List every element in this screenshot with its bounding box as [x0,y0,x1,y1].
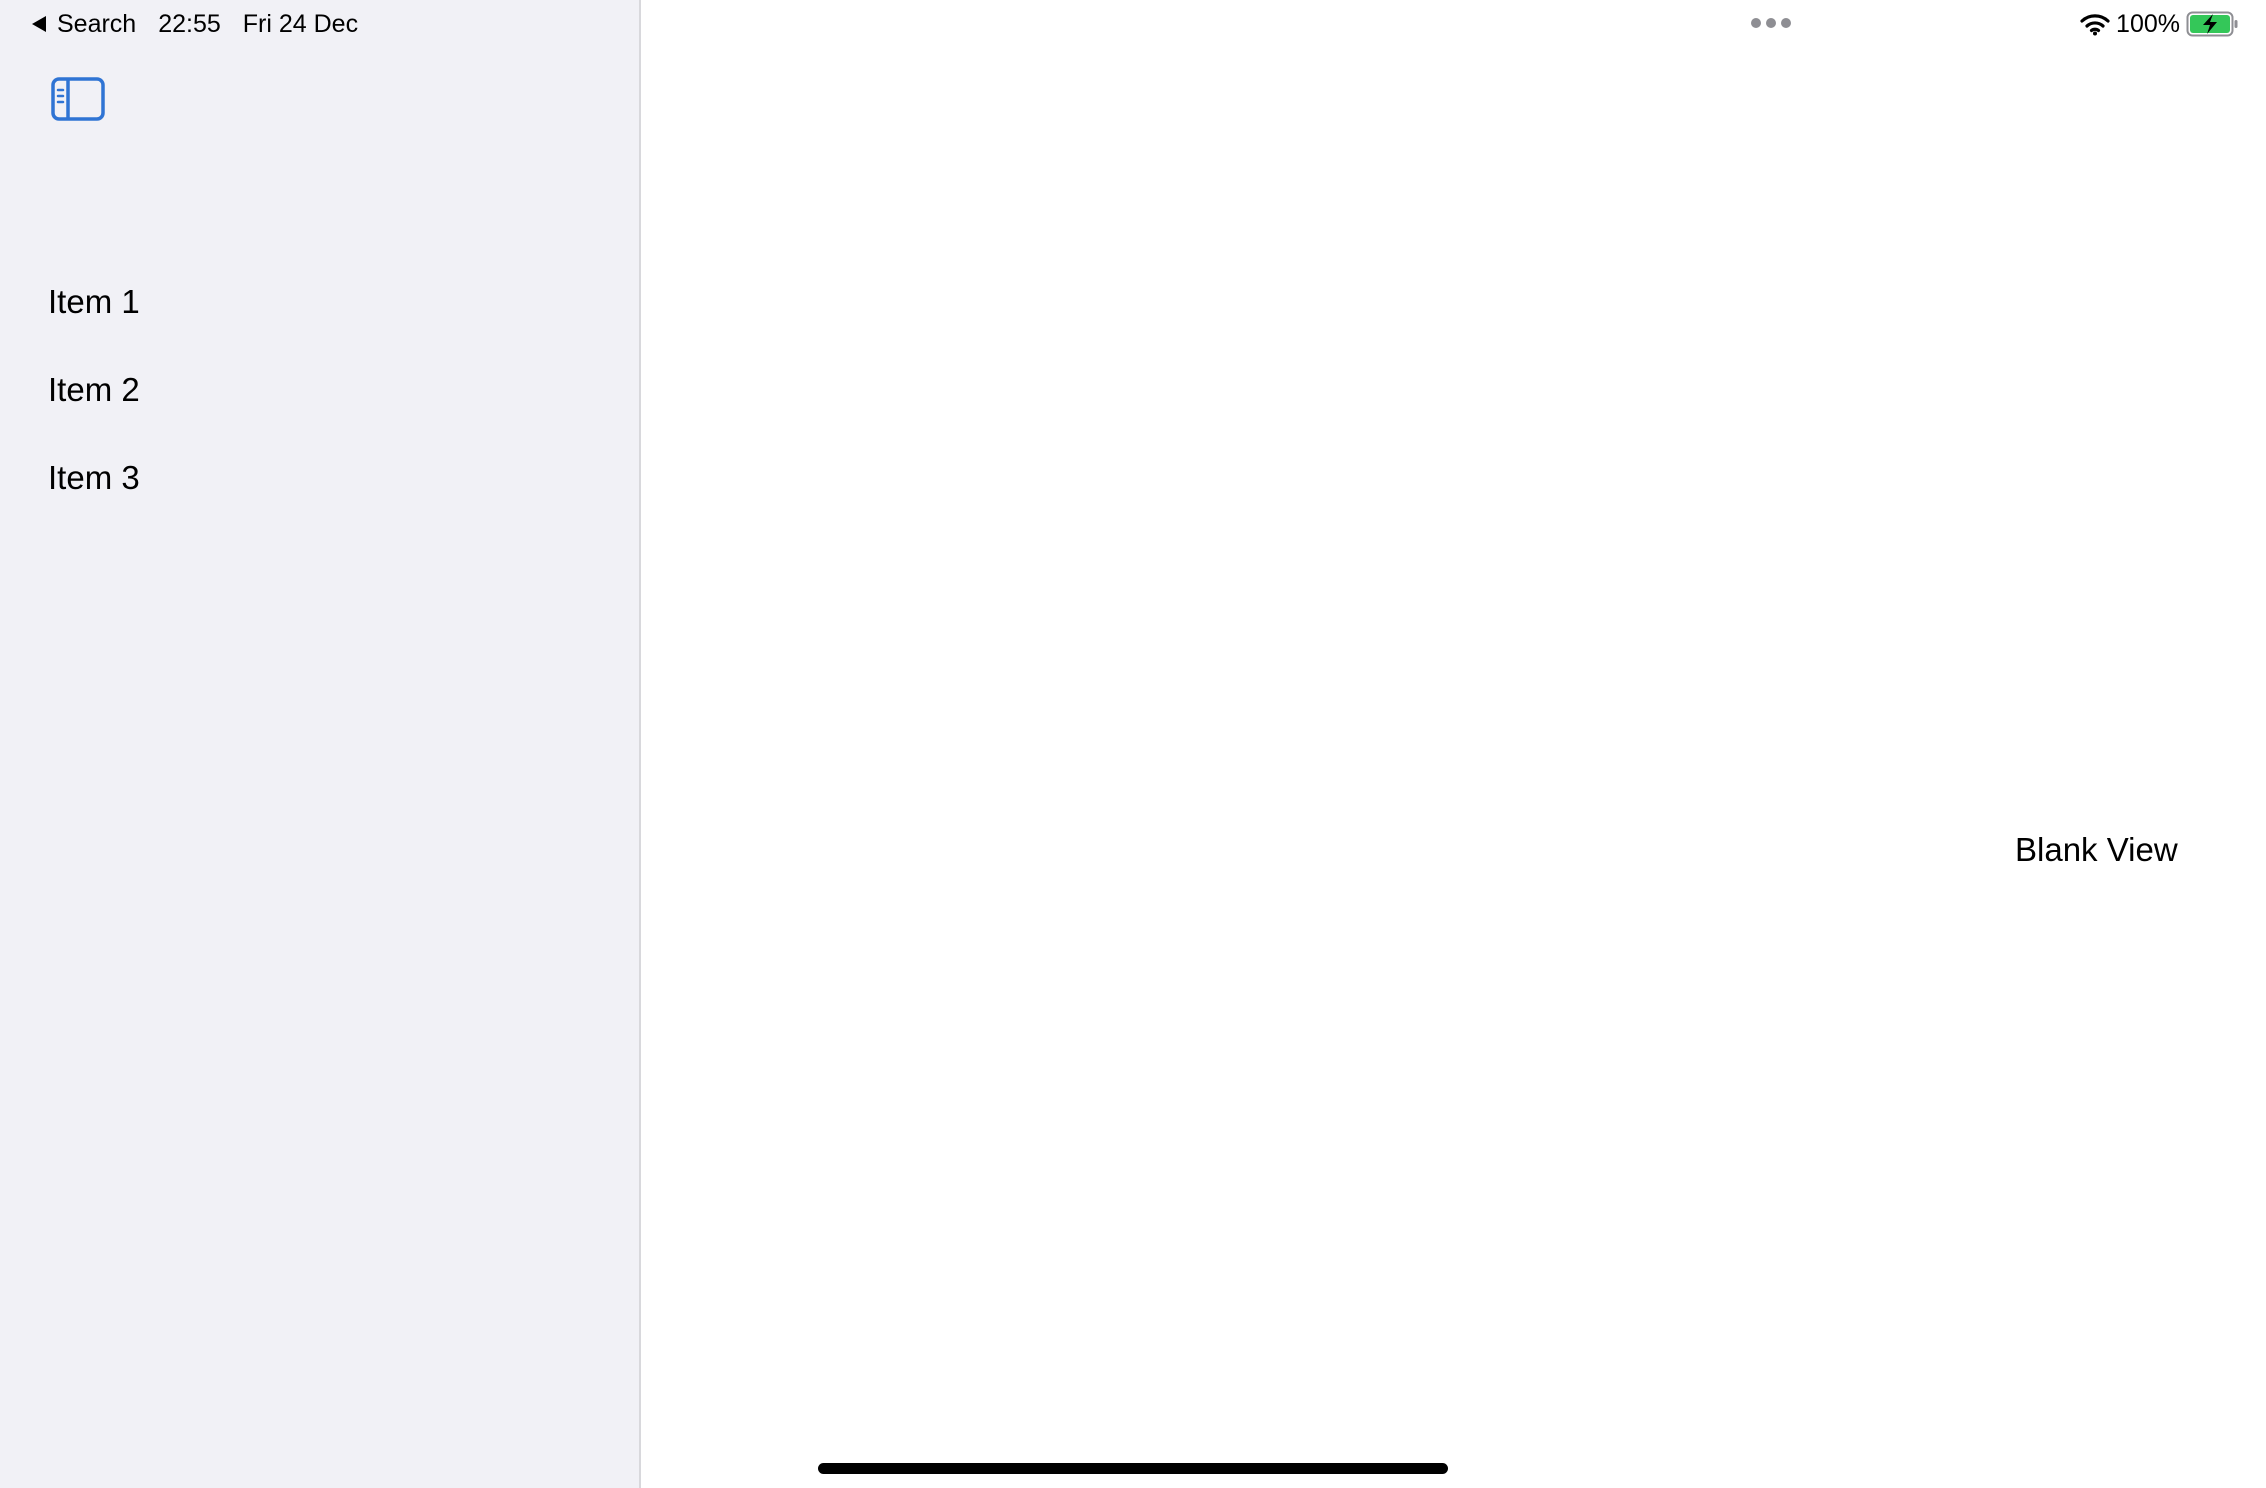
wifi-icon [2080,14,2110,36]
back-arrow-icon[interactable] [32,16,46,32]
multitask-dot [1781,18,1791,28]
sidebar-item-3[interactable]: Item 3 [0,434,639,522]
ipad-screen: Item 1 Item 2 Item 3 Blank View Search 2… [0,0,2266,1488]
battery-charging-icon [2186,11,2238,37]
sidebar-list: Item 1 Item 2 Item 3 [0,258,639,522]
sidebar: Item 1 Item 2 Item 3 [0,0,641,1488]
multitask-dot [1751,18,1761,28]
status-bar-left: Search 22:55 Fri 24 Dec [32,8,358,40]
multitask-dot [1766,18,1776,28]
sidebar-toggle-icon [51,77,105,121]
battery-percent: 100% [2116,9,2180,38]
back-to-app-label[interactable]: Search [57,10,136,39]
status-bar-right: 100% [2080,8,2240,40]
status-date: Fri 24 Dec [242,9,359,38]
multitask-dots-icon[interactable] [1751,18,1791,28]
sidebar-item-2[interactable]: Item 2 [0,346,639,434]
blank-view-label: Blank View [2015,831,2178,868]
home-indicator[interactable] [818,1463,1448,1474]
status-time: 22:55 [158,9,221,38]
sidebar-item-1[interactable]: Item 1 [0,258,639,346]
detail-pane: Blank View [641,0,2266,1488]
sidebar-toggle-button[interactable] [50,76,106,122]
